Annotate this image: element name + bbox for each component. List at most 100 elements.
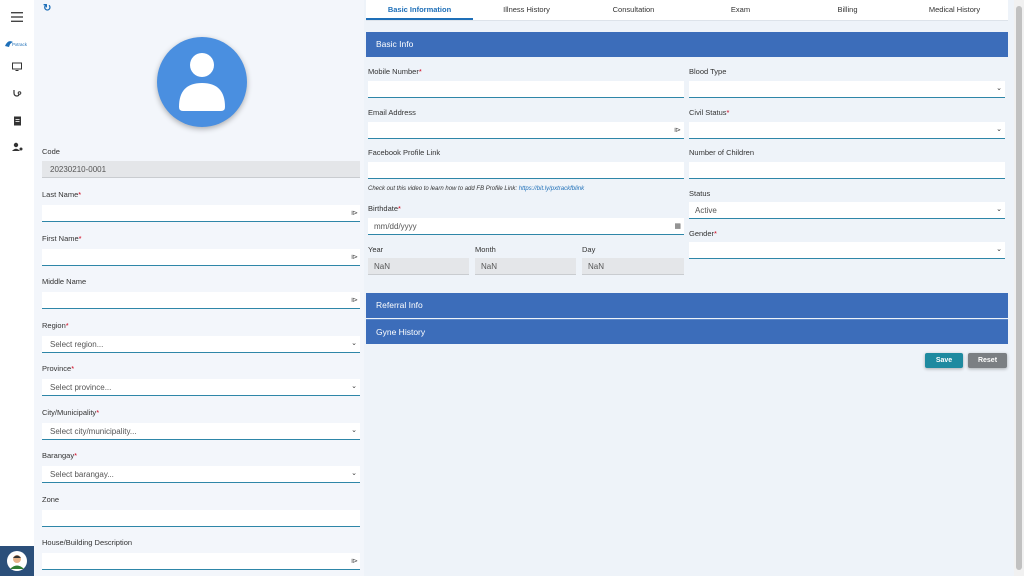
day-label: Day (582, 245, 596, 254)
province-select[interactable]: Select province... ⌄ (42, 379, 360, 396)
basic-info-header[interactable]: Basic Info (366, 32, 1008, 57)
refresh-icon[interactable]: ↻ (43, 3, 53, 14)
middle-name-input[interactable]: ⧐ (42, 292, 360, 309)
tab-medical-history[interactable]: Medical History (901, 0, 1008, 20)
page-scrollbar[interactable] (1014, 0, 1024, 576)
day-field: NaN (582, 258, 684, 275)
children-input[interactable] (689, 162, 1005, 179)
tab-illness-history[interactable]: Illness History (473, 0, 580, 20)
gender-label-text: Gender (689, 229, 715, 238)
patient-profile-panel: ↻ Code 20230210-0001 Last Name* ⧐ First … (34, 0, 364, 576)
chevron-down-icon: ⌄ (996, 246, 1002, 253)
autofill-icon[interactable]: ⧐ (351, 253, 358, 261)
autofill-icon[interactable]: ⧐ (351, 557, 358, 565)
mobile-input[interactable] (368, 81, 684, 98)
fb-hint-link[interactable]: https://bit.ly/pxtrackfblink (519, 186, 584, 192)
middle-name-label: Middle Name (42, 277, 87, 286)
chevron-down-icon: ⌄ (351, 340, 357, 347)
status-value: Active (695, 206, 717, 215)
left-rail: Pxtrack (0, 0, 34, 576)
main-panel: Basic Information Illness History Consul… (364, 0, 1012, 576)
month-value: NaN (481, 262, 498, 271)
city-value: Select city/municipality... (50, 427, 137, 436)
zone-label: Zone (42, 495, 60, 504)
stethoscope-icon[interactable] (9, 86, 25, 102)
birthdate-input[interactable]: mm/dd/yyyy ▦ (368, 218, 684, 235)
tab-billing[interactable]: Billing (794, 0, 901, 20)
year-label: Year (368, 245, 384, 254)
birthdate-label-text: Birthdate (368, 204, 399, 213)
mobile-label: Mobile Number* (368, 67, 422, 76)
civil-status-label: Civil Status* (689, 108, 730, 117)
code-label: Code (42, 147, 60, 156)
province-value: Select province... (50, 383, 112, 392)
document-icon[interactable] (9, 113, 25, 129)
last-name-input[interactable]: ⧐ (42, 205, 360, 222)
civil-status-select[interactable]: ⌄ (689, 122, 1005, 139)
app-logo: Pxtrack (4, 38, 31, 50)
autofill-icon[interactable]: ⧐ (351, 296, 358, 304)
reset-button[interactable]: Reset (968, 353, 1007, 368)
city-label: City/Municipality* (42, 408, 100, 417)
facebook-input[interactable] (368, 162, 684, 179)
user-settings-icon[interactable] (9, 139, 25, 155)
tab-consultation[interactable]: Consultation (580, 0, 687, 20)
first-name-label-text: First Name (42, 234, 79, 243)
chevron-down-icon: ⌄ (996, 126, 1002, 133)
gender-select[interactable]: ⌄ (689, 242, 1005, 259)
region-label: Region* (42, 321, 69, 330)
mobile-label-text: Mobile Number (368, 67, 419, 76)
house-input[interactable]: ⧐ (42, 553, 360, 570)
monitor-icon[interactable] (9, 59, 25, 75)
gender-label: Gender* (689, 229, 717, 238)
day-value: NaN (588, 262, 605, 271)
barangay-label: Barangay* (42, 451, 78, 460)
province-label: Province* (42, 364, 75, 373)
profile-photo[interactable] (157, 37, 247, 127)
gyne-history-header[interactable]: Gyne History (366, 319, 1008, 344)
year-value: NaN (374, 262, 391, 271)
city-select[interactable]: Select city/municipality... ⌄ (42, 423, 360, 440)
last-name-label: Last Name* (42, 190, 82, 199)
city-label-text: City/Municipality (42, 408, 97, 417)
calendar-icon[interactable]: ▦ (674, 222, 681, 230)
region-value: Select region... (50, 340, 104, 349)
month-field: NaN (475, 258, 576, 275)
tab-basic-information[interactable]: Basic Information (366, 0, 473, 20)
tab-exam[interactable]: Exam (687, 0, 794, 20)
zone-input[interactable] (42, 510, 360, 527)
birthdate-label: Birthdate* (368, 204, 401, 213)
status-label: Status (689, 189, 711, 198)
first-name-label: First Name* (42, 234, 82, 243)
blood-type-label: Blood Type (689, 67, 727, 76)
first-name-input[interactable]: ⧐ (42, 249, 360, 266)
year-field: NaN (368, 258, 469, 275)
children-label: Number of Children (689, 148, 755, 157)
user-avatar[interactable] (0, 546, 34, 576)
email-input[interactable]: ⧐ (368, 122, 684, 139)
barangay-value: Select barangay... (50, 470, 114, 479)
status-select[interactable]: Active ⌄ (689, 202, 1005, 219)
facebook-label: Facebook Profile Link (368, 148, 441, 157)
save-button[interactable]: Save (925, 353, 963, 368)
autofill-icon[interactable]: ⧐ (674, 126, 681, 134)
menu-icon[interactable] (9, 9, 25, 25)
month-label: Month (475, 245, 496, 254)
autofill-icon[interactable]: ⧐ (351, 209, 358, 217)
scrollbar-thumb[interactable] (1016, 6, 1022, 570)
referral-info-header[interactable]: Referral Info (366, 293, 1008, 318)
region-select[interactable]: Select region... ⌄ (42, 336, 360, 353)
fb-hint-text: Check out this video to learn how to add… (368, 186, 518, 192)
civil-status-label-text: Civil Status (689, 108, 727, 117)
barangay-select[interactable]: Select barangay... ⌄ (42, 466, 360, 483)
email-label: Email Address (368, 108, 416, 117)
blood-type-select[interactable]: ⌄ (689, 81, 1005, 98)
tab-bar: Basic Information Illness History Consul… (366, 0, 1008, 21)
chevron-down-icon: ⌄ (351, 383, 357, 390)
barangay-label-text: Barangay (42, 451, 75, 460)
house-label: House/Building Description (42, 538, 133, 547)
chevron-down-icon: ⌄ (351, 427, 357, 434)
fb-hint: Check out this video to learn how to add… (368, 186, 584, 192)
province-label-text: Province (42, 364, 72, 373)
birthdate-placeholder: mm/dd/yyyy (374, 222, 417, 231)
